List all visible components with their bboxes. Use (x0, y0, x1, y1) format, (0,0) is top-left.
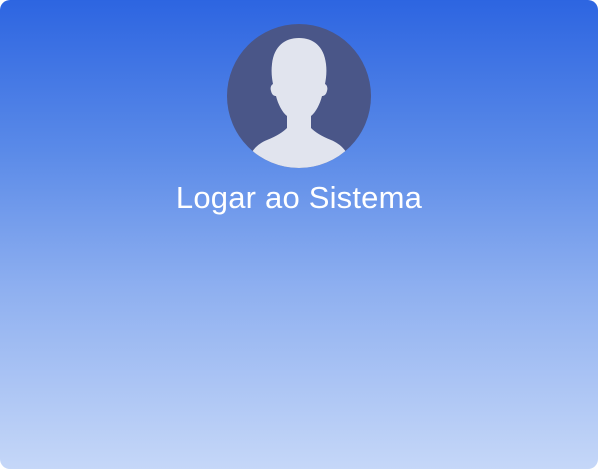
user-silhouette-icon (245, 38, 353, 168)
user-avatar-icon (227, 24, 371, 168)
login-title: Logar ao Sistema (175, 180, 423, 215)
login-panel: Logar ao Sistema (0, 0, 598, 469)
